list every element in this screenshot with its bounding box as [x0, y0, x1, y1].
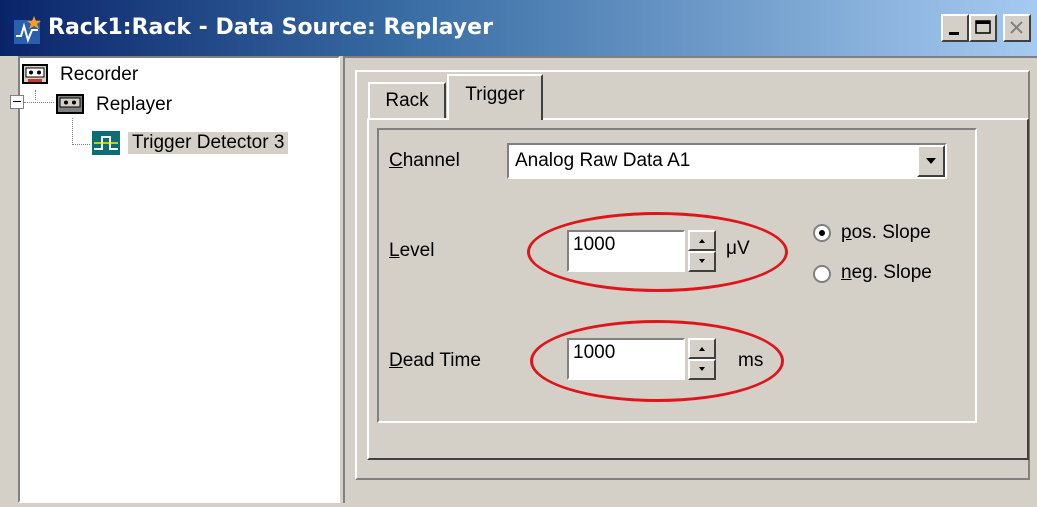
app-icon: [14, 16, 41, 44]
tab-trigger[interactable]: Trigger: [447, 74, 543, 120]
chevron-down-icon: [926, 158, 936, 164]
pos-slope-label[interactable]: pos. Slope: [841, 222, 931, 244]
tree-item-label: Replayer: [96, 94, 173, 115]
tab-rack[interactable]: Rack: [368, 82, 446, 118]
dead-time-label: Dead Time: [389, 350, 481, 371]
tree-connector: [72, 144, 90, 145]
tab-label: Rack: [385, 90, 429, 111]
window-title: Rack1:Rack - Data Source: Replayer: [48, 15, 493, 40]
dead-time-highlight-ellipse: [530, 320, 784, 402]
recorder-icon: [22, 64, 48, 84]
channel-select-value: Analog Raw Data A1: [515, 150, 691, 171]
level-label: Level: [389, 240, 435, 261]
tree-item-label: Recorder: [60, 64, 139, 85]
minimize-icon: [949, 32, 959, 35]
pos-slope-radio[interactable]: [813, 224, 831, 242]
trigger-detector-icon: [92, 131, 120, 155]
tree-item-recorder[interactable]: Recorder: [22, 62, 142, 88]
channel-dropdown-button[interactable]: [917, 145, 945, 177]
neg-slope-label[interactable]: neg. Slope: [841, 262, 932, 284]
tree-connector: [72, 118, 73, 145]
channel-label: Channel: [389, 150, 460, 171]
tree-item-label: Trigger Detector 3: [128, 132, 289, 154]
tree-pane[interactable]: [18, 56, 340, 503]
minimize-button[interactable]: [941, 14, 969, 42]
replayer-icon: [56, 94, 84, 114]
tree-item-trigger-detector-3[interactable]: Trigger Detector 3: [92, 130, 289, 156]
title-bar[interactable]: Rack1:Rack - Data Source: Replayer: [0, 0, 1037, 56]
maximize-icon: [975, 20, 991, 34]
close-button[interactable]: [1003, 14, 1031, 42]
neg-slope-radio[interactable]: [813, 265, 831, 283]
tree-connector: [24, 102, 54, 103]
collapse-toggle[interactable]: [10, 95, 24, 109]
channel-select[interactable]: Analog Raw Data A1: [507, 143, 947, 179]
tree-connector: [35, 90, 36, 100]
close-icon: [1010, 21, 1023, 34]
tree-item-replayer[interactable]: Replayer: [56, 92, 176, 118]
application-window: Rack1:Rack - Data Source: Replayer Recor…: [0, 0, 1037, 507]
tab-label: Trigger: [465, 84, 525, 105]
maximize-button[interactable]: [969, 14, 997, 42]
level-highlight-ellipse: [527, 212, 788, 292]
